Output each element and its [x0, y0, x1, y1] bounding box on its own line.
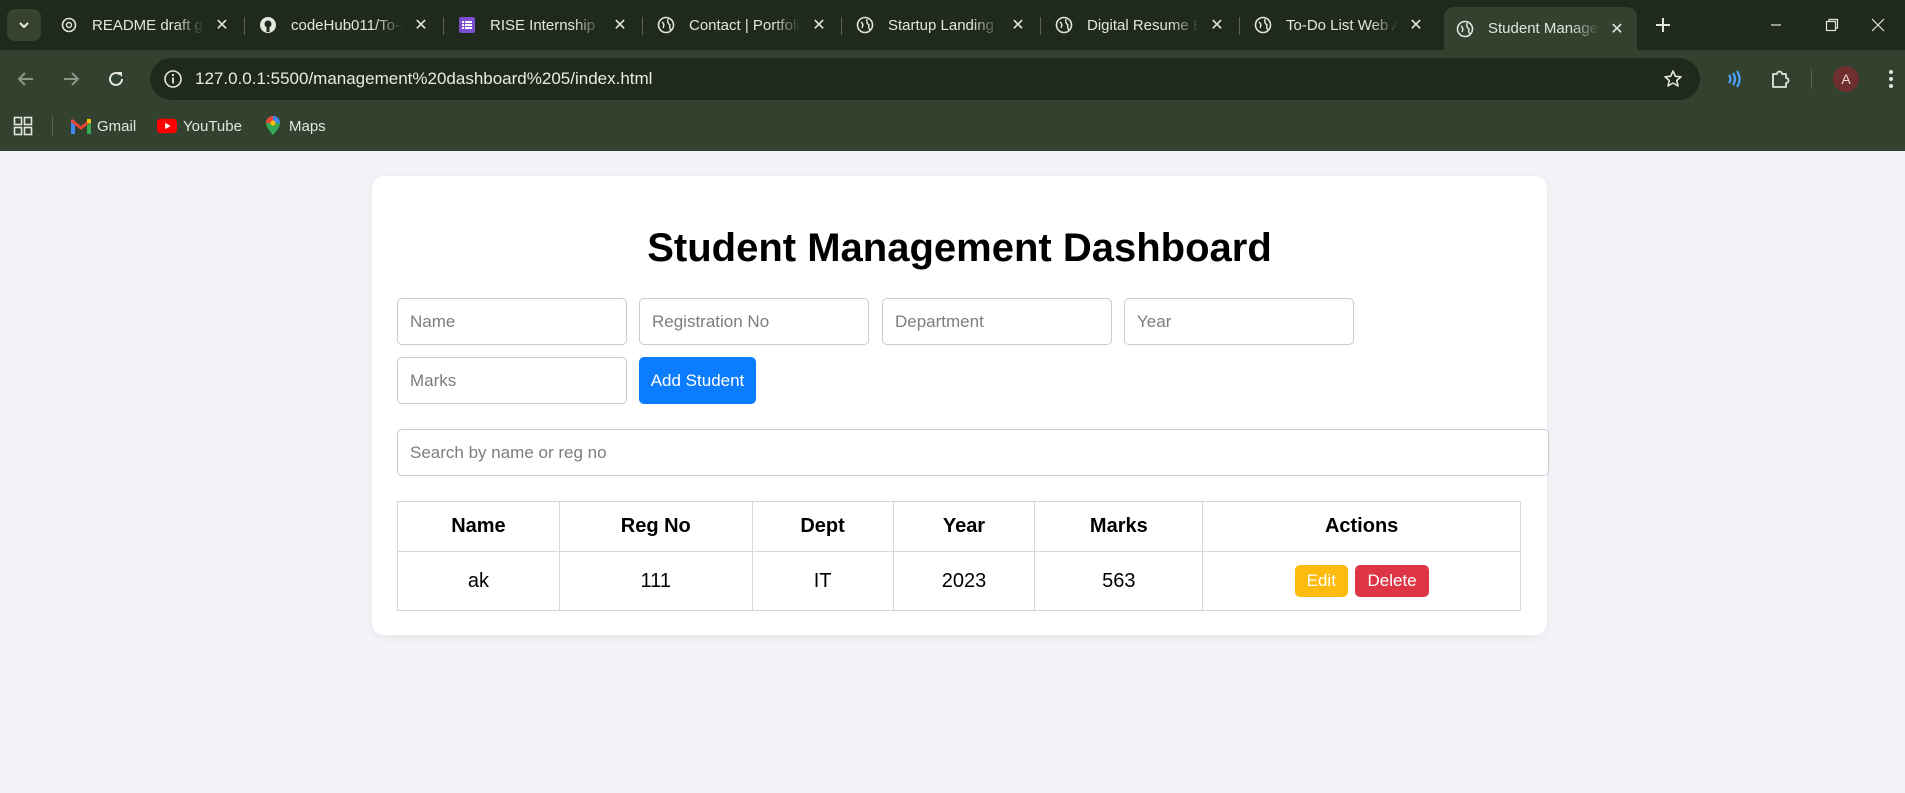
- browser-tab[interactable]: Digital Resume Builder ✕: [1043, 7, 1237, 43]
- read-aloud-icon[interactable]: [1720, 65, 1748, 93]
- bookmark-star-icon[interactable]: [1662, 68, 1684, 90]
- tab-bar: README draft guide ✕ codeHub011/To-Do ✕ …: [0, 0, 1905, 50]
- close-icon[interactable]: ✕: [212, 15, 232, 35]
- close-icon[interactable]: ✕: [1207, 15, 1227, 35]
- cell-marks: 563: [1034, 551, 1204, 611]
- close-icon[interactable]: ✕: [411, 15, 431, 35]
- table-header-row: Name Reg No Dept Year Marks Actions: [397, 501, 1521, 552]
- globe-icon: [1055, 16, 1073, 34]
- bookmark-label: Maps: [289, 117, 326, 135]
- arrow-left-icon: [17, 72, 33, 86]
- forms-icon: [458, 16, 476, 34]
- table-row: ak 111 IT 2023 563 Edit Delete: [397, 551, 1521, 611]
- students-table: Name Reg No Dept Year Marks Actions ak 1…: [397, 501, 1521, 611]
- close-icon[interactable]: ✕: [610, 15, 630, 35]
- add-student-button[interactable]: Add Student: [639, 357, 756, 404]
- plus-icon: [1656, 18, 1670, 32]
- page-title: Student Management Dashboard: [647, 226, 1272, 270]
- apps-grid-icon[interactable]: [13, 116, 33, 136]
- bookmark-gmail[interactable]: Gmail: [71, 114, 136, 138]
- globe-icon: [856, 16, 874, 34]
- tab-title: README draft guide: [92, 16, 204, 34]
- tab-title: Student Management Dashboard: [1488, 20, 1599, 37]
- forward-button[interactable]: [57, 65, 85, 93]
- year-field[interactable]: [1124, 298, 1354, 345]
- column-header-marks: Marks: [1034, 501, 1204, 552]
- github-icon: [259, 16, 277, 34]
- cell-actions: Edit Delete: [1202, 551, 1521, 611]
- browser-tab[interactable]: Startup Landing Page ✕: [844, 7, 1038, 43]
- youtube-icon: [157, 118, 177, 134]
- tab-title: Digital Resume Builder: [1087, 16, 1199, 34]
- chevron-down-icon: [19, 22, 29, 29]
- cell-dept: IT: [751, 551, 894, 611]
- reload-icon: [109, 71, 123, 86]
- menu-kebab-icon[interactable]: [1877, 65, 1905, 93]
- globe-icon: [1456, 20, 1474, 38]
- marks-field[interactable]: [397, 357, 627, 404]
- browser-toolbar: 127.0.0.1:5500/management%20dashboard%20…: [0, 50, 1905, 108]
- extensions-puzzle-icon[interactable]: [1766, 65, 1794, 93]
- tab-title: To-Do List Web App: [1286, 16, 1398, 34]
- url-text[interactable]: 127.0.0.1:5500/management%20dashboard%20…: [195, 69, 652, 89]
- cell-name: ak: [397, 551, 560, 611]
- column-header-dept: Dept: [751, 501, 894, 552]
- name-field[interactable]: [397, 298, 627, 345]
- tab-title: codeHub011/To-Do: [291, 16, 403, 34]
- bookmark-youtube[interactable]: YouTube: [157, 114, 242, 138]
- site-info-icon[interactable]: [162, 68, 184, 90]
- cell-reg-no: 111: [558, 551, 753, 611]
- new-tab-button[interactable]: [1649, 11, 1677, 39]
- close-icon[interactable]: ✕: [1008, 15, 1028, 35]
- reload-button[interactable]: [102, 65, 130, 93]
- cell-year: 2023: [892, 551, 1036, 611]
- globe-icon: [1254, 16, 1272, 34]
- browser-tab[interactable]: To-Do List Web App ✕: [1242, 7, 1436, 43]
- column-header-actions: Actions: [1202, 501, 1521, 552]
- browser-tab[interactable]: RISE Internship – Tasks ✕: [446, 7, 640, 43]
- maps-icon: [263, 116, 283, 135]
- close-icon[interactable]: ✕: [1607, 19, 1627, 39]
- tab-search-button[interactable]: [7, 9, 41, 41]
- bookmark-maps[interactable]: Maps: [263, 114, 326, 138]
- restore-icon: [1825, 18, 1839, 32]
- tab-title: Startup Landing Page: [888, 16, 1000, 34]
- back-button[interactable]: [12, 65, 40, 93]
- browser-tab[interactable]: codeHub011/To-Do ✕: [247, 7, 441, 43]
- column-header-year: Year: [892, 501, 1036, 552]
- column-header-reg-no: Reg No: [558, 501, 753, 552]
- column-header-name: Name: [397, 501, 560, 552]
- minimize-icon: [1771, 24, 1781, 26]
- close-window-button[interactable]: [1848, 0, 1905, 50]
- tab-title: RISE Internship – Tasks: [490, 16, 602, 34]
- gmail-icon: [71, 118, 91, 134]
- address-bar[interactable]: 127.0.0.1:5500/management%20dashboard%20…: [150, 58, 1700, 100]
- browser-tab[interactable]: README draft guide ✕: [48, 7, 242, 43]
- profile-avatar[interactable]: A: [1833, 66, 1859, 92]
- browser-tab[interactable]: Contact | Portfolio ✕: [645, 7, 839, 43]
- openai-icon: [60, 16, 78, 34]
- search-input[interactable]: [397, 429, 1549, 476]
- edit-button[interactable]: Edit: [1294, 565, 1348, 597]
- globe-icon: [657, 16, 675, 34]
- minimize-button[interactable]: [1746, 0, 1806, 50]
- delete-button[interactable]: Delete: [1355, 565, 1429, 597]
- close-icon: [1871, 18, 1885, 32]
- close-icon[interactable]: ✕: [809, 15, 829, 35]
- arrow-right-icon: [64, 72, 80, 86]
- registration-no-field[interactable]: [639, 298, 869, 345]
- bookmark-label: Gmail: [97, 117, 137, 135]
- department-field[interactable]: [882, 298, 1112, 345]
- tab-title: Contact | Portfolio: [689, 16, 801, 34]
- bookmark-label: YouTube: [183, 117, 242, 135]
- browser-tab-active[interactable]: Student Management Dashboard ✕: [1444, 7, 1637, 50]
- close-icon[interactable]: ✕: [1406, 15, 1426, 35]
